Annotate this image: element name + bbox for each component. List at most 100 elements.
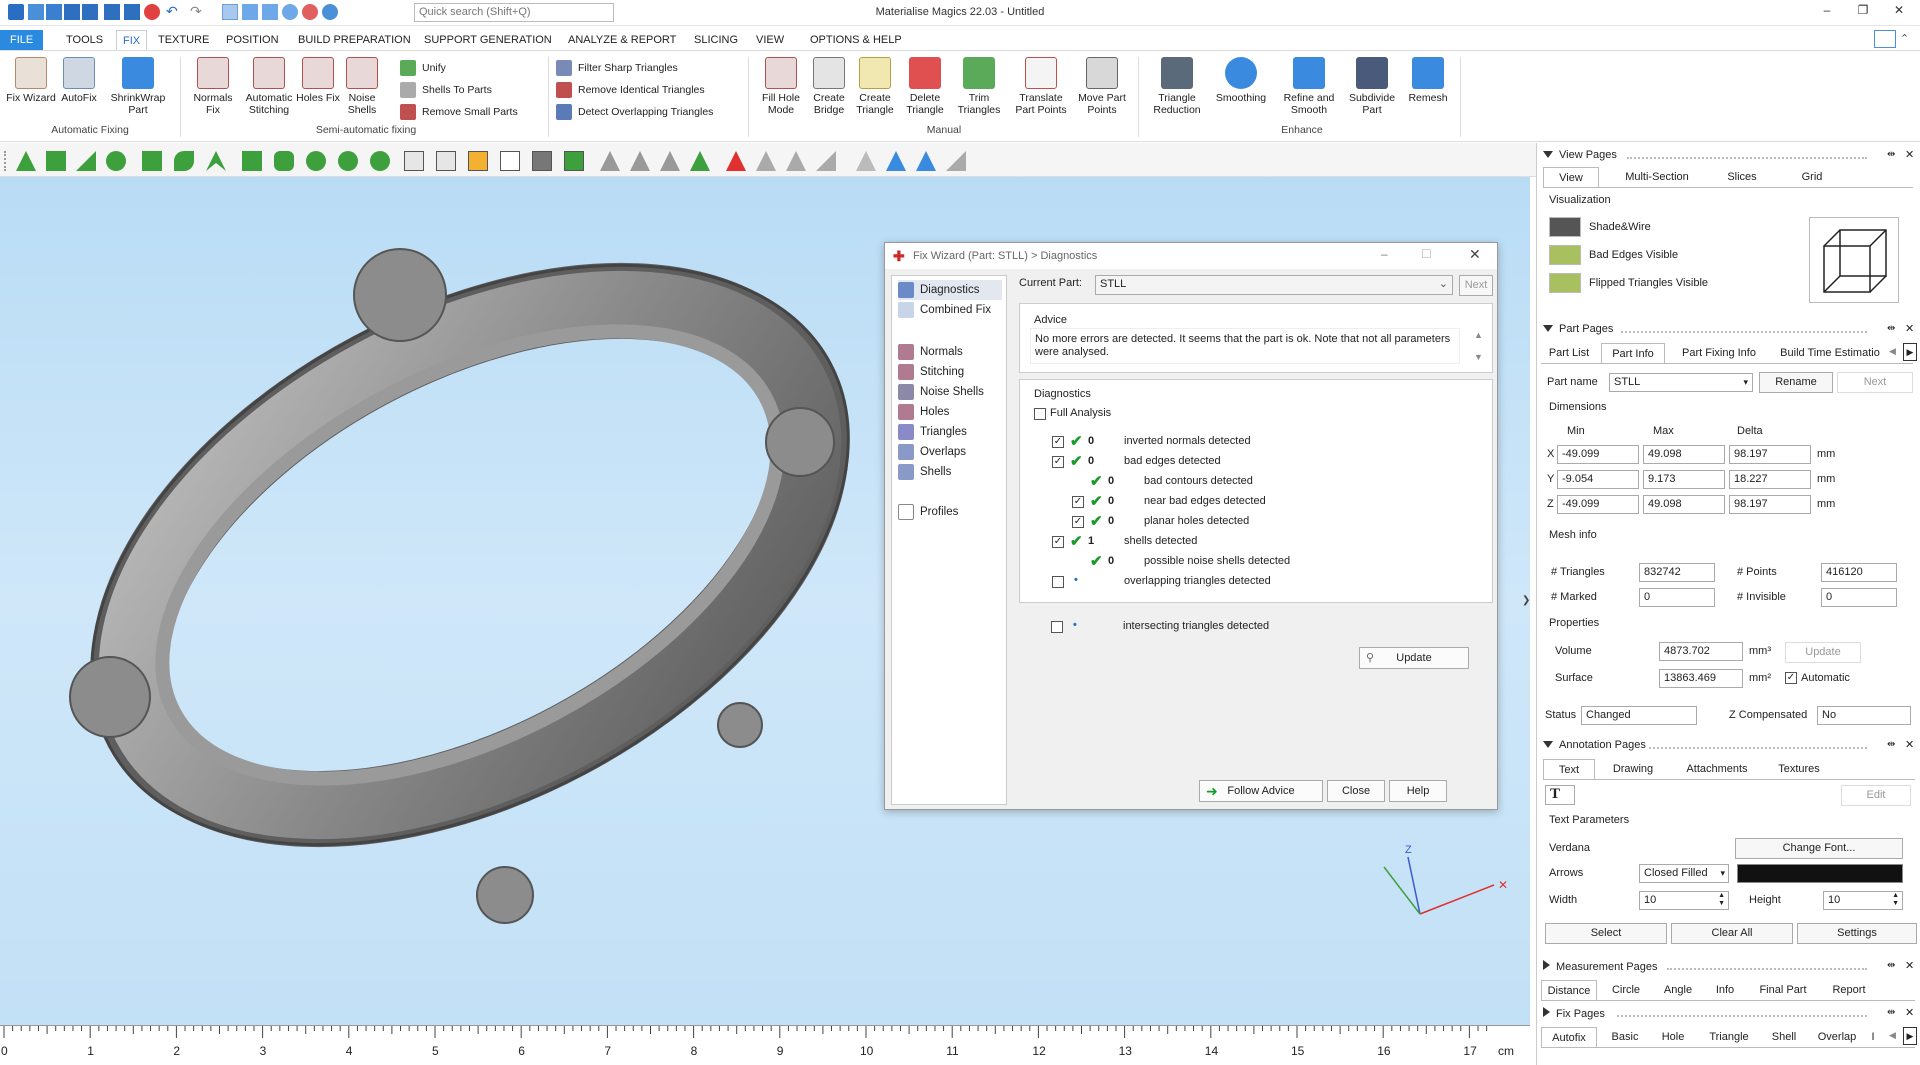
close-panel-icon[interactable]: ✕: [1905, 959, 1914, 972]
tab-view[interactable]: VIEW: [750, 30, 790, 50]
tab-hole[interactable]: Hole: [1653, 1027, 1693, 1047]
select-button[interactable]: Select: [1545, 923, 1667, 944]
tab-part-list[interactable]: Part List: [1541, 343, 1597, 363]
remesh-button[interactable]: Remesh: [1400, 55, 1456, 104]
color-swatch[interactable]: [1737, 864, 1903, 883]
nav-noise-shells[interactable]: Noise Shells: [898, 382, 984, 402]
tab-text[interactable]: Text: [1543, 759, 1595, 779]
delete-triangle-button[interactable]: Delete Triangle: [898, 55, 952, 116]
close-button[interactable]: ✕: [1884, 3, 1914, 23]
remove-identical-triangles-button[interactable]: Remove Identical Triangles: [556, 81, 705, 99]
tab-report[interactable]: Report: [1821, 980, 1877, 1000]
planar-holes-checkbox[interactable]: ✓: [1072, 516, 1084, 528]
shells-to-parts-button[interactable]: Shells To Parts: [400, 81, 492, 99]
z-delta-field[interactable]: 98.197: [1729, 495, 1811, 514]
fix-pages-header[interactable]: Fix Pages: [1543, 1007, 1605, 1025]
mark-curve-icon[interactable]: [206, 151, 226, 171]
height-stepper[interactable]: 10 ▲ ▼: [1823, 891, 1903, 910]
tab-slices[interactable]: Slices: [1717, 167, 1767, 187]
dialog-maximize-button[interactable]: ☐: [1421, 247, 1432, 261]
tab-triangle[interactable]: Triangle: [1701, 1027, 1757, 1047]
tab-shell[interactable]: Shell: [1763, 1027, 1805, 1047]
mark-surface-icon[interactable]: [76, 151, 96, 171]
triangle-reduction-button[interactable]: Triangle Reduction: [1146, 55, 1208, 116]
text-tool-icon[interactable]: T: [1545, 785, 1575, 805]
close-panel-icon[interactable]: ✕: [1905, 738, 1914, 751]
tab-more[interactable]: I: [1867, 1027, 1879, 1047]
nav-shells[interactable]: Shells: [898, 462, 951, 482]
near-bad-edges-checkbox[interactable]: ✓: [1072, 496, 1084, 508]
shells-checkbox[interactable]: ✓: [1052, 536, 1064, 548]
smoothing-button[interactable]: Smoothing: [1210, 55, 1272, 104]
fill-hole-mode-button[interactable]: Fill Hole Mode: [754, 55, 808, 116]
mark-bad-edges-icon[interactable]: [916, 151, 936, 171]
unmark-icon[interactable]: [600, 151, 620, 171]
tab-scroll-right-icon[interactable]: ▶: [1903, 343, 1917, 361]
marked-field[interactable]: 0: [1639, 588, 1715, 607]
triangles-field[interactable]: 832742: [1639, 563, 1715, 582]
tab-multi-section[interactable]: Multi-Section: [1613, 167, 1701, 187]
subdivide-part-button[interactable]: Subdivide Part: [1344, 55, 1400, 116]
automatic-checkbox[interactable]: ✓: [1785, 672, 1797, 684]
points-field[interactable]: 416120: [1821, 563, 1897, 582]
normals-fix-button[interactable]: Normals Fix: [186, 55, 240, 116]
mark-overlap-icon[interactable]: [946, 151, 966, 171]
create-triangle-button[interactable]: Create Triangle: [848, 55, 902, 116]
settings-button[interactable]: Settings: [1797, 923, 1917, 944]
tab-overlap[interactable]: Overlap: [1811, 1027, 1863, 1047]
width-stepper[interactable]: 10 ▲ ▼: [1639, 891, 1729, 910]
full-analysis-checkbox[interactable]: [1034, 408, 1046, 420]
mark-region-icon[interactable]: [274, 151, 294, 171]
translate-part-points-button[interactable]: Translate Part Points: [1010, 55, 1072, 116]
help-button[interactable]: Help: [1389, 780, 1447, 802]
pin-icon[interactable]: ⇹: [1887, 960, 1895, 971]
tab-autofix[interactable]: Autofix: [1541, 1027, 1597, 1047]
view-pages-header[interactable]: View Pages: [1543, 149, 1617, 167]
tab-scroll-right-icon[interactable]: ▶: [1903, 1027, 1917, 1045]
marked-to-part-icon[interactable]: [756, 151, 776, 171]
tab-final-part[interactable]: Final Part: [1751, 980, 1815, 1000]
view-iso-icon[interactable]: [532, 151, 552, 171]
follow-advice-button[interactable]: ➜ Follow Advice: [1199, 780, 1323, 802]
unify-button[interactable]: Unify: [400, 59, 446, 77]
holes-fix-button[interactable]: Holes Fix: [294, 55, 342, 104]
pin-icon[interactable]: ⇹: [1887, 739, 1895, 750]
tab-view-view[interactable]: View: [1543, 167, 1599, 187]
z-min-field[interactable]: -49.099: [1557, 495, 1639, 514]
shrinkwrap-part-button[interactable]: ShrinkWrap Part: [104, 55, 172, 116]
y-delta-field[interactable]: 18.227: [1729, 470, 1811, 489]
tab-support-generation[interactable]: SUPPORT GENERATION: [418, 30, 558, 50]
noise-shells-button[interactable]: Noise Shells: [338, 55, 386, 116]
tab-grid[interactable]: Grid: [1787, 167, 1837, 187]
mark-part-icon[interactable]: [242, 151, 262, 171]
annotation-pages-header[interactable]: Annotation Pages: [1543, 739, 1646, 757]
close-dialog-button[interactable]: Close: [1327, 780, 1385, 802]
nav-combined-fix[interactable]: Combined Fix: [898, 300, 991, 320]
tab-slicing[interactable]: SLICING: [688, 30, 744, 50]
nav-triangles[interactable]: Triangles: [898, 422, 967, 442]
tab-position[interactable]: POSITION: [220, 30, 285, 50]
change-font-button[interactable]: Change Font...: [1735, 838, 1903, 859]
hide-marked-icon[interactable]: [786, 151, 806, 171]
tab-analyze-report[interactable]: ANALYZE & REPORT: [562, 30, 682, 50]
invert-marking-icon[interactable]: [660, 151, 680, 171]
tab-attachments[interactable]: Attachments: [1677, 759, 1757, 779]
tab-build-preparation[interactable]: BUILD PREPARATION: [292, 30, 417, 50]
bad-edges-checkbox[interactable]: ✓: [1052, 456, 1064, 468]
rename-button[interactable]: Rename: [1759, 372, 1833, 393]
pin-icon[interactable]: ⇹: [1887, 1007, 1895, 1018]
nav-diagnostics[interactable]: Diagnostics: [898, 280, 1002, 300]
mark-cone-icon[interactable]: [370, 151, 390, 171]
scroll-up-icon[interactable]: ▲: [1474, 330, 1483, 340]
invisible-field[interactable]: 0: [1821, 588, 1897, 607]
mark-window-icon[interactable]: [142, 151, 162, 171]
nav-normals[interactable]: Normals: [898, 342, 963, 362]
nav-holes[interactable]: Holes: [898, 402, 949, 422]
surface-field[interactable]: 13863.469: [1659, 669, 1743, 688]
mark-plane-icon[interactable]: [46, 151, 66, 171]
nav-overlaps[interactable]: Overlaps: [898, 442, 966, 462]
z-compensated-field[interactable]: No: [1817, 706, 1911, 725]
tab-build-time[interactable]: Build Time Estimatio: [1773, 343, 1887, 363]
intersecting-checkbox[interactable]: [1051, 621, 1063, 633]
bad-edges-toggle[interactable]: [1549, 245, 1581, 265]
